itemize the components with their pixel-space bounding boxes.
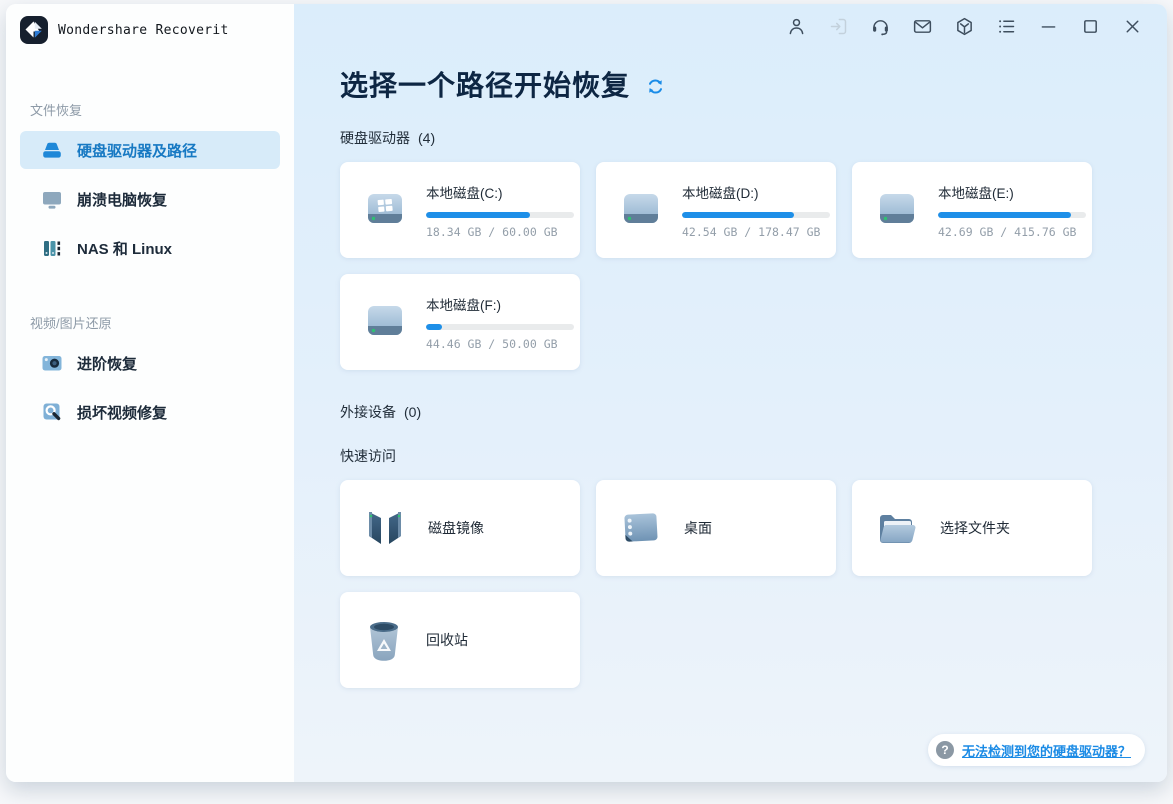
app-window: Wondershare Recoverit 文件恢复 硬盘驱动器及路径 崩溃电脑…	[6, 4, 1167, 782]
drive-size-text: 44.46 GB / 50.00 GB	[426, 337, 574, 351]
hard-drive-windows-icon	[362, 190, 408, 230]
drive-usage-bar	[938, 212, 1086, 218]
menu-list-icon[interactable]	[995, 15, 1017, 37]
quick-card-desktop[interactable]: 桌面	[596, 480, 836, 576]
sidebar-item-video-repair[interactable]: 损坏视频修复	[20, 393, 280, 431]
app-logo-row: Wondershare Recoverit	[6, 4, 294, 44]
sidebar-item-enhanced-recovery[interactable]: 进阶恢复	[20, 344, 280, 382]
product-box-icon[interactable]	[953, 15, 975, 37]
video-repair-icon	[40, 402, 64, 422]
app-logo-icon	[20, 16, 48, 44]
drive-usage-bar	[682, 212, 830, 218]
drive-name: 本地磁盘(D:)	[682, 182, 830, 202]
sidebar-item-label: 进阶恢复	[77, 353, 137, 374]
section-hard-drives: 硬盘驱动器(4)	[340, 128, 1167, 148]
feedback-mail-icon[interactable]	[911, 15, 933, 37]
crashed-computer-icon	[40, 189, 64, 209]
drive-icon	[40, 140, 64, 160]
recycle-bin-icon	[362, 617, 406, 663]
titlebar-icons	[785, 15, 1143, 37]
drive-card-e[interactable]: 本地磁盘(E:) 42.69 GB / 415.76 GB	[852, 162, 1092, 258]
sidebar-item-label: 崩溃电脑恢复	[77, 189, 167, 210]
disk-image-icon	[362, 505, 408, 551]
drive-card-c[interactable]: 本地磁盘(C:) 18.34 GB / 60.00 GB	[340, 162, 580, 258]
drive-size-text: 42.54 GB / 178.47 GB	[682, 225, 830, 239]
sidebar-item-label: 硬盘驱动器及路径	[77, 140, 197, 161]
sidebar-item-hard-drives[interactable]: 硬盘驱动器及路径	[20, 131, 280, 169]
section-quick-access: 快速访问	[340, 446, 1167, 466]
refresh-icon[interactable]	[646, 77, 665, 96]
app-title: Wondershare Recoverit	[58, 23, 229, 38]
quick-card-label: 磁盘镜像	[428, 518, 484, 538]
sidebar-item-label: 损坏视频修复	[77, 402, 167, 423]
sidebar-item-label: NAS 和 Linux	[77, 238, 172, 259]
drive-card-f[interactable]: 本地磁盘(F:) 44.46 GB / 50.00 GB	[340, 274, 580, 370]
hard-drive-icon	[874, 190, 920, 230]
quick-card-disk-image[interactable]: 磁盘镜像	[340, 480, 580, 576]
drive-usage-bar	[426, 324, 574, 330]
quick-access-grid: 磁盘镜像 桌面	[340, 480, 1167, 688]
nas-server-icon	[40, 238, 64, 258]
sidebar: Wondershare Recoverit 文件恢复 硬盘驱动器及路径 崩溃电脑…	[6, 4, 294, 782]
sidebar-item-nas-linux[interactable]: NAS 和 Linux	[20, 229, 280, 267]
quick-card-recycle-bin[interactable]: 回收站	[340, 592, 580, 688]
drive-name: 本地磁盘(C:)	[426, 182, 574, 202]
hard-drive-icon	[618, 190, 664, 230]
drive-grid: 本地磁盘(C:) 18.34 GB / 60.00 GB 本地磁盘(D:)	[340, 162, 1167, 370]
drive-size-text: 18.34 GB / 60.00 GB	[426, 225, 574, 239]
user-icon[interactable]	[785, 15, 807, 37]
close-icon[interactable]	[1121, 15, 1143, 37]
main-panel: 选择一个路径开始恢复 硬盘驱动器(4)	[294, 4, 1167, 782]
hard-drive-icon	[362, 302, 408, 342]
select-folder-icon	[874, 507, 920, 549]
question-mark-icon: ?	[936, 741, 954, 759]
drive-name: 本地磁盘(F:)	[426, 294, 574, 314]
quick-card-label: 选择文件夹	[940, 518, 1010, 538]
maximize-icon[interactable]	[1079, 15, 1101, 37]
drive-card-d[interactable]: 本地磁盘(D:) 42.54 GB / 178.47 GB	[596, 162, 836, 258]
drive-name: 本地磁盘(E:)	[938, 182, 1086, 202]
quick-card-label: 桌面	[684, 518, 712, 538]
desktop-icon	[618, 507, 664, 549]
quick-card-label: 回收站	[426, 630, 468, 650]
sidebar-section-file-recovery: 文件恢复	[30, 100, 294, 119]
sidebar-section-video-photo: 视频/图片还原	[30, 313, 294, 332]
camera-icon	[40, 353, 64, 373]
help-link-text: 无法检测到您的硬盘驱动器？	[962, 741, 1131, 760]
quick-card-select-folder[interactable]: 选择文件夹	[852, 480, 1092, 576]
drive-not-detected-help[interactable]: ? 无法检测到您的硬盘驱动器？	[928, 734, 1145, 766]
support-headset-icon[interactable]	[869, 15, 891, 37]
drive-size-text: 42.69 GB / 415.76 GB	[938, 225, 1086, 239]
page-title: 选择一个路径开始恢复	[340, 64, 630, 104]
drive-usage-bar	[426, 212, 574, 218]
login-icon[interactable]	[827, 15, 849, 37]
minimize-icon[interactable]	[1037, 15, 1059, 37]
section-external-devices: 外接设备(0)	[340, 402, 1167, 422]
sidebar-item-crashed-computer[interactable]: 崩溃电脑恢复	[20, 180, 280, 218]
